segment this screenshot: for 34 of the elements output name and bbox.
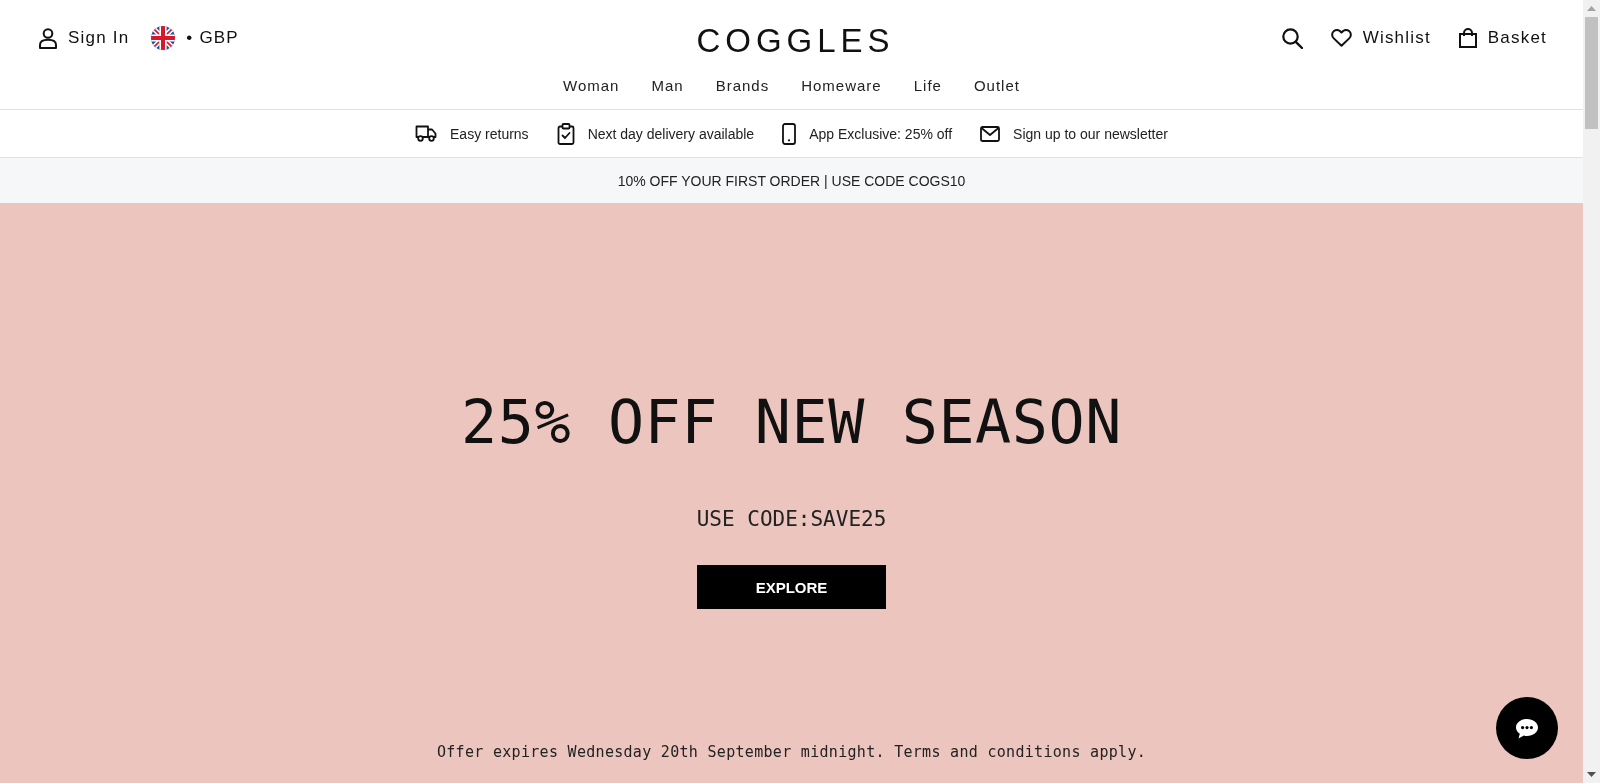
hero-title: 25% OFF NEW SEASON [461,386,1122,458]
heart-icon [1330,29,1352,47]
benefit-text: Sign up to our newsletter [1013,125,1168,142]
benefit-text: Easy returns [450,125,529,142]
envelope-icon [980,125,1001,142]
sign-in-link[interactable]: Sign In [39,27,130,49]
nav-link[interactable]: Brands [715,77,770,94]
clipboard-check-icon [556,122,575,145]
truck-icon [415,125,438,142]
basket-link[interactable]: Basket [1458,28,1547,48]
chat-icon [1515,717,1539,739]
search-button[interactable] [1281,27,1303,49]
terms-text: Offer expires Wednesday 20th September midnight. Terms and conditions apply. [436,742,1147,762]
promo-bar: 10% OFF YOUR FIRST ORDER | USE CODE COGS10 [0,158,1583,203]
scrollbar-thumb[interactable] [1585,17,1598,129]
promo-code-text: USE CODE:SAVE25 [696,506,887,532]
explore-button[interactable]: EXPLORE [697,565,886,609]
benefit-text: Next day delivery available [587,125,755,142]
user-icon [39,27,57,49]
nav-link[interactable]: Life [913,77,942,94]
scroll-down-arrow-icon[interactable] [1587,772,1596,777]
scrollbar[interactable] [1583,0,1600,783]
nav-link[interactable]: Man [651,77,684,94]
search-icon [1281,27,1303,49]
phone-icon [782,122,797,145]
nav-link[interactable]: Woman [563,77,620,94]
currency-selector[interactable]: • GBP [151,26,239,50]
bag-icon [1458,28,1477,48]
nav-link[interactable]: Outlet [973,77,1020,94]
wishlist-link[interactable]: Wishlist [1330,28,1431,48]
logo[interactable]: COGGLES [696,19,895,57]
flag-icon [151,26,176,50]
nav-link[interactable]: Homeware [801,77,882,94]
benefit-text: App Exclusive: 25% off [809,125,953,142]
